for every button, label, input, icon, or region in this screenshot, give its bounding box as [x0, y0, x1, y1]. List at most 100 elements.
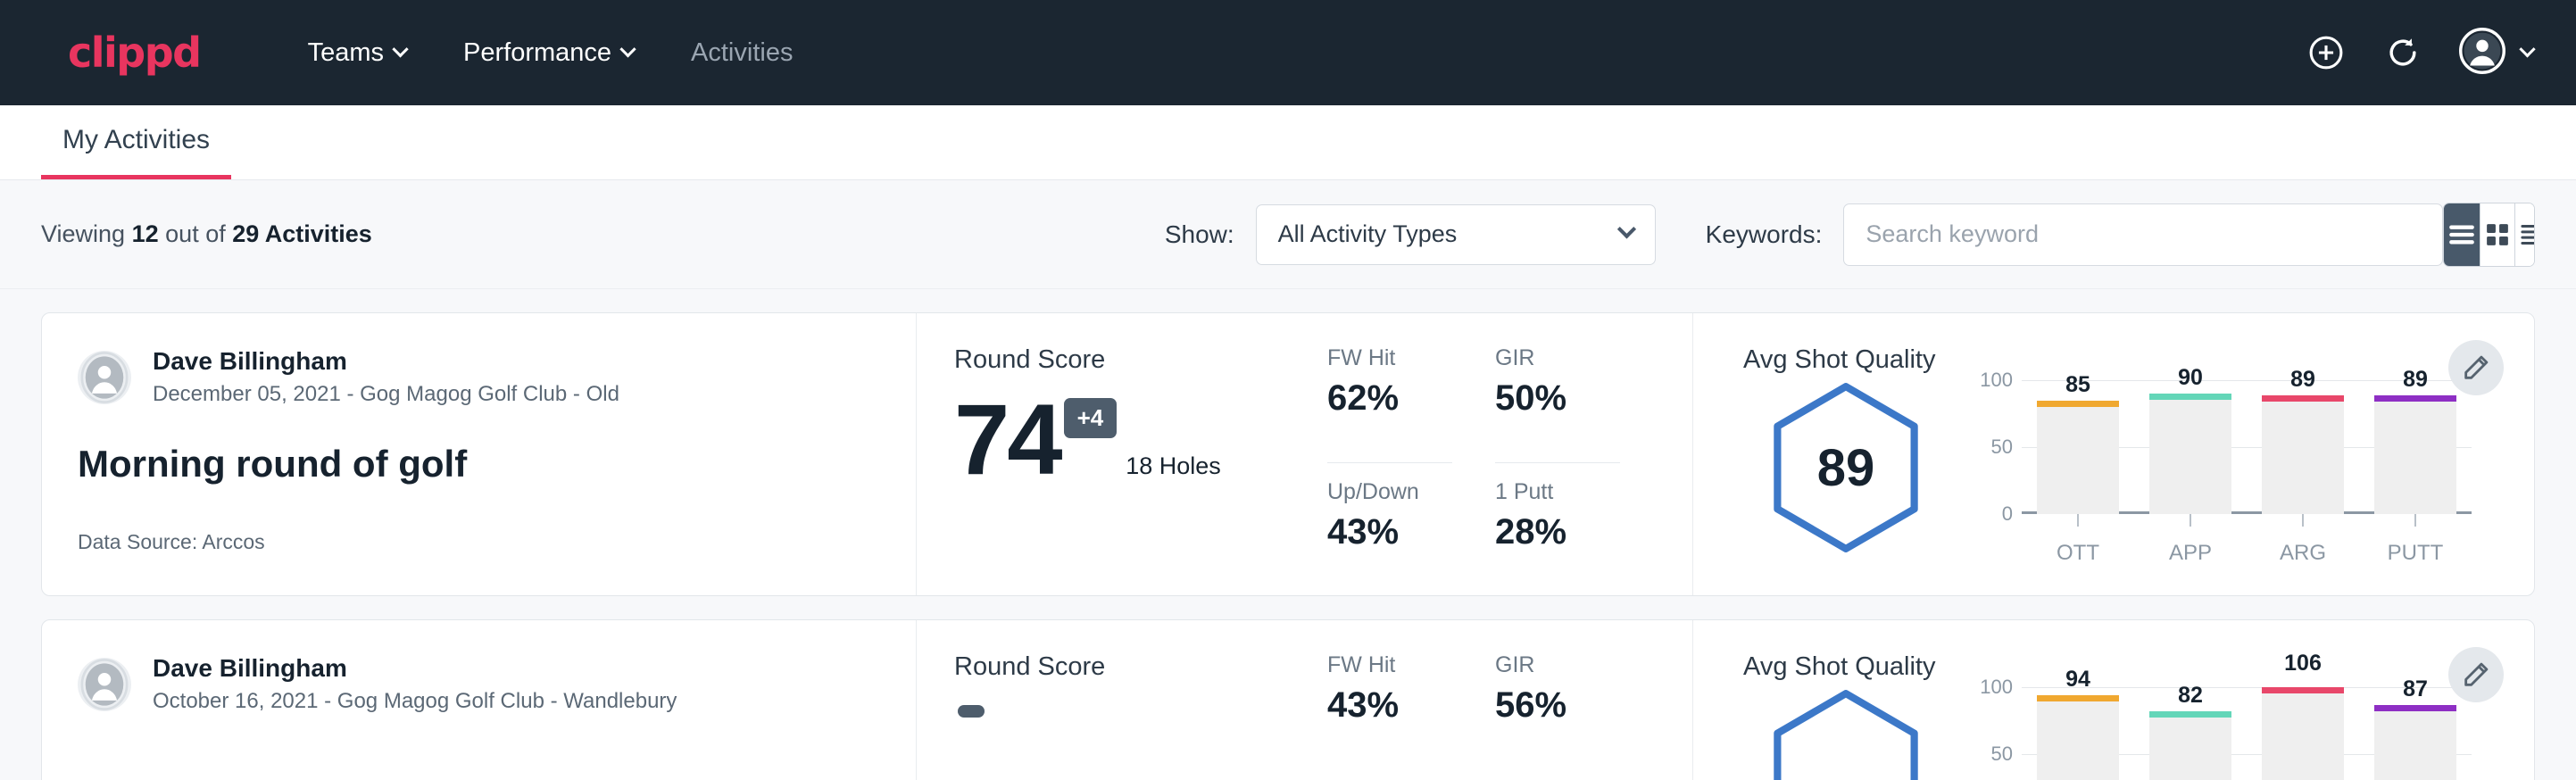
- nav-item-performance-label: Performance: [463, 38, 611, 68]
- activity-summary-column: Dave Billingham December 05, 2021 - Gog …: [42, 313, 917, 595]
- bar-value-label: 94: [2037, 667, 2119, 693]
- shot-quality-value: 89: [1817, 438, 1875, 498]
- filter-bar: Viewing 12 out of 29 Activities Show: Al…: [0, 180, 2576, 289]
- nav-item-teams-label: Teams: [308, 38, 384, 68]
- shot-quality-hexagon: [1743, 687, 1949, 780]
- y-tick-100: 100: [1980, 369, 2013, 392]
- bar-cap: [2262, 395, 2344, 402]
- activity-shot-quality-column: Avg Shot Quality 89 100 50: [1693, 313, 2534, 595]
- activity-type-select-value: All Activity Types: [1278, 220, 1458, 248]
- app-logo[interactable]: clippd: [68, 32, 201, 73]
- y-tick-50: 50: [1991, 743, 2013, 766]
- bar-value-label: 82: [2149, 683, 2231, 709]
- x-label-app: APP: [2149, 541, 2231, 566]
- chart-bars: 85 90: [2022, 380, 2472, 514]
- shot-quality-hexagon: 89: [1743, 380, 1949, 555]
- tab-my-activities-label: My Activities: [62, 125, 210, 154]
- activity-author: Dave Billingham December 05, 2021 - Gog …: [78, 345, 880, 409]
- shot-quality-bar-chart: 100 50 0 85: [1972, 380, 2472, 566]
- keywords-filter-group: Keywords:: [1706, 203, 2444, 266]
- shot-quality-bar-chart: 100 50 0 94: [1972, 687, 2472, 780]
- chevron-down-icon: [392, 41, 408, 57]
- chevron-down-icon: [1617, 220, 1636, 238]
- stat-value: 43%: [1327, 512, 1452, 552]
- stat-value: 56%: [1495, 685, 1620, 726]
- round-stats-grid: FW Hit 62% GIR 50% Up/Down 43% 1 Putt 28…: [1327, 345, 1620, 595]
- view-mode-compact-button[interactable]: [2515, 203, 2535, 266]
- activity-card[interactable]: Dave Billingham December 05, 2021 - Gog …: [41, 312, 2535, 596]
- bar-putt: 89: [2374, 380, 2456, 514]
- primary-nav: Teams Performance Activities: [279, 38, 822, 68]
- bar-putt: 87: [2374, 687, 2456, 780]
- stat-label: GIR: [1495, 345, 1620, 371]
- activity-card[interactable]: Dave Billingham October 16, 2021 - Gog M…: [41, 619, 2535, 780]
- nav-item-activities[interactable]: Activities: [662, 38, 821, 68]
- avg-shot-quality-body: 100 50 0 94: [1743, 687, 2534, 780]
- bar-value-label: 89: [2374, 367, 2456, 393]
- search-input[interactable]: [1843, 203, 2443, 266]
- viewing-count-text: Viewing 12 out of 29 Activities: [41, 220, 372, 248]
- chart-x-labels: OTT APP ARG PUTT: [2022, 541, 2472, 566]
- holes-played: 18 Holes: [1126, 452, 1221, 487]
- round-score-block: Round Score: [954, 652, 1311, 780]
- round-score-label: Round Score: [954, 652, 1311, 682]
- round-stats-grid: FW Hit 43% GIR 56%: [1327, 652, 1620, 780]
- chart-y-axis: 100 50 0: [1972, 380, 2022, 514]
- nav-item-teams[interactable]: Teams: [279, 38, 435, 68]
- tickmark: [2149, 514, 2231, 527]
- tab-my-activities[interactable]: My Activities: [41, 125, 231, 179]
- bar-value-label: 85: [2037, 372, 2119, 398]
- show-filter-group: Show: All Activity Types: [1165, 204, 1656, 265]
- nav-item-activities-label: Activities: [691, 38, 793, 68]
- refresh-button[interactable]: [2382, 32, 2423, 73]
- bar-ott: 85: [2037, 380, 2119, 514]
- x-label-arg: ARG: [2262, 541, 2344, 566]
- round-score-block: Round Score 74 +4 18 Holes: [954, 345, 1311, 595]
- activity-type-select[interactable]: All Activity Types: [1256, 204, 1656, 265]
- stat-value: 43%: [1327, 685, 1452, 726]
- y-tick-100: 100: [1980, 676, 2013, 699]
- stat-label: FW Hit: [1327, 345, 1452, 371]
- chart-bars: 94 82: [2022, 687, 2472, 780]
- author-name: Dave Billingham: [153, 345, 619, 377]
- add-button[interactable]: [2306, 32, 2347, 73]
- bar-app: 90: [2149, 380, 2231, 514]
- stat-gir: GIR 56%: [1495, 652, 1620, 780]
- avatar: [78, 351, 131, 404]
- activities-list: Dave Billingham December 05, 2021 - Gog …: [0, 289, 2576, 780]
- bar-value-label: 89: [2262, 367, 2344, 393]
- show-label: Show:: [1165, 220, 1234, 249]
- bar-cap: [2149, 711, 2231, 718]
- stat-value: 28%: [1495, 512, 1620, 552]
- edit-activity-button[interactable]: [2448, 647, 2504, 702]
- avatar: [2459, 28, 2505, 79]
- stat-label: Up/Down: [1327, 479, 1452, 505]
- chart-plot-area: 85 90: [2022, 380, 2472, 514]
- avg-shot-quality-body: 89 100 50 0: [1743, 380, 2534, 566]
- activity-summary-column: Dave Billingham October 16, 2021 - Gog M…: [42, 620, 917, 780]
- view-mode-list-button[interactable]: [2444, 203, 2480, 266]
- bar-app: 82: [2149, 687, 2231, 780]
- nav-item-performance[interactable]: Performance: [435, 38, 662, 68]
- account-menu[interactable]: [2459, 28, 2533, 79]
- view-mode-grid-button[interactable]: [2480, 203, 2515, 266]
- bar-arg: 106: [2262, 687, 2344, 780]
- y-tick-50: 50: [1991, 436, 2013, 459]
- chevron-down-icon: [2519, 41, 2535, 57]
- avatar: [78, 658, 131, 711]
- activity-author: Dave Billingham October 16, 2021 - Gog M…: [78, 652, 880, 716]
- chevron-down-icon: [619, 41, 636, 57]
- tickmark: [2262, 514, 2344, 527]
- bar-cap: [2037, 695, 2119, 701]
- score-differential-badge: [958, 705, 985, 718]
- edit-activity-button[interactable]: [2448, 340, 2504, 395]
- viewing-count: 12: [132, 220, 159, 247]
- bar-value-label: 87: [2374, 676, 2456, 702]
- x-label-putt: PUTT: [2374, 541, 2456, 566]
- activity-score-column: Round Score FW Hit 43% GIR 56%: [917, 620, 1693, 780]
- round-score-value: 74: [954, 393, 1060, 487]
- view-mode-toggle: [2443, 203, 2535, 267]
- bar-arg: 89: [2262, 380, 2344, 514]
- bar-value-label: 90: [2149, 365, 2231, 391]
- activity-meta: October 16, 2021 - Gog Magog Golf Club -…: [153, 687, 677, 716]
